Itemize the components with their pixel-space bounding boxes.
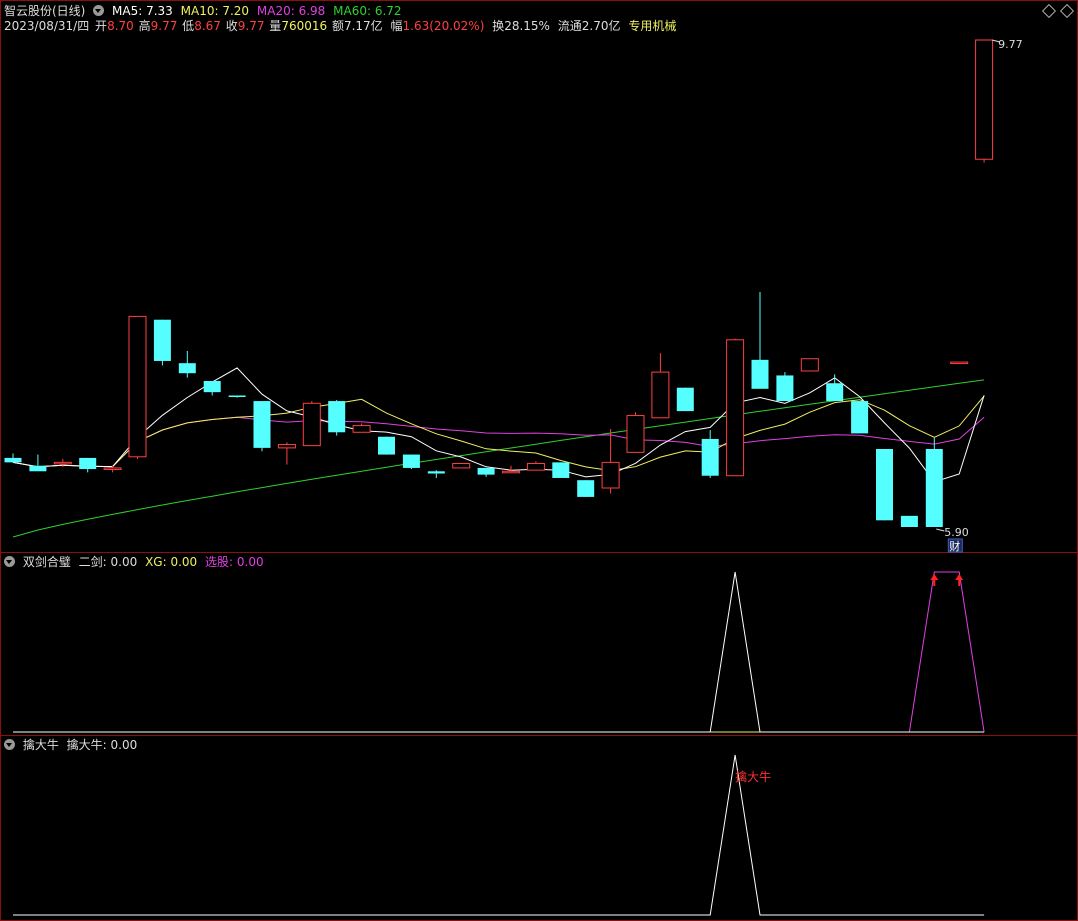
max-price-label: 9.77 bbox=[998, 38, 1023, 51]
candle-body-down bbox=[427, 471, 445, 474]
ma20-line bbox=[12, 416, 985, 468]
series-qindaniu-line bbox=[13, 754, 985, 916]
candle-body-down bbox=[378, 436, 395, 455]
chart-canvas: 9.77 5.90财擒大牛 bbox=[4, 38, 1023, 916]
candle-body-down bbox=[153, 319, 171, 361]
candle-body-down bbox=[79, 457, 97, 470]
candle-body-down bbox=[701, 438, 719, 476]
candle-body-up bbox=[103, 467, 122, 470]
ma60-line bbox=[12, 379, 985, 538]
candle-body-down bbox=[402, 454, 420, 468]
candle-body-down bbox=[851, 401, 869, 434]
candle-body-up bbox=[975, 39, 994, 160]
candle-body-up bbox=[726, 339, 745, 477]
candle-body-down bbox=[900, 515, 918, 527]
candle-body-up bbox=[128, 315, 147, 458]
candle-body-up bbox=[502, 470, 520, 474]
candle-body-down bbox=[776, 375, 794, 402]
candle-body-down bbox=[552, 462, 570, 478]
candle-body-down bbox=[925, 448, 943, 527]
candle-body-down bbox=[477, 467, 495, 475]
candle-body-down bbox=[577, 480, 595, 497]
candle-body-up bbox=[277, 444, 296, 449]
candle-body-up bbox=[651, 371, 670, 419]
candle-body-down bbox=[4, 457, 22, 463]
candle-body-up bbox=[950, 361, 969, 365]
candle-body-up bbox=[452, 462, 471, 469]
finance-badge-label: 财 bbox=[949, 539, 960, 553]
signal-arrow-icon bbox=[930, 574, 939, 586]
candle-body-up bbox=[601, 461, 620, 489]
candle-body-down bbox=[253, 401, 271, 448]
candle-body-down bbox=[228, 395, 246, 397]
min-price-label: 5.90 bbox=[944, 526, 969, 539]
min-price-pointer bbox=[936, 528, 945, 532]
candle-body-down bbox=[178, 363, 196, 374]
candle-body-down bbox=[826, 383, 844, 402]
series-xuangu-line bbox=[13, 571, 985, 733]
candle-body-up bbox=[626, 415, 645, 453]
candle-body-down bbox=[29, 465, 47, 472]
candle-body-up bbox=[53, 461, 72, 465]
candle-body-down bbox=[751, 359, 769, 389]
candle-body-down bbox=[328, 401, 346, 433]
series-erjian-line bbox=[13, 571, 985, 733]
candle-body-down bbox=[876, 448, 893, 521]
signal-arrow-icon bbox=[955, 574, 964, 586]
candle-body-down bbox=[676, 387, 694, 412]
candle-body-up bbox=[352, 425, 371, 433]
candle-body-up bbox=[526, 462, 545, 471]
candle-body-up bbox=[302, 402, 321, 447]
qindaniu-annotation: 擒大牛 bbox=[735, 769, 771, 784]
candle-body-up bbox=[800, 358, 819, 372]
candle-body-down bbox=[203, 381, 221, 393]
